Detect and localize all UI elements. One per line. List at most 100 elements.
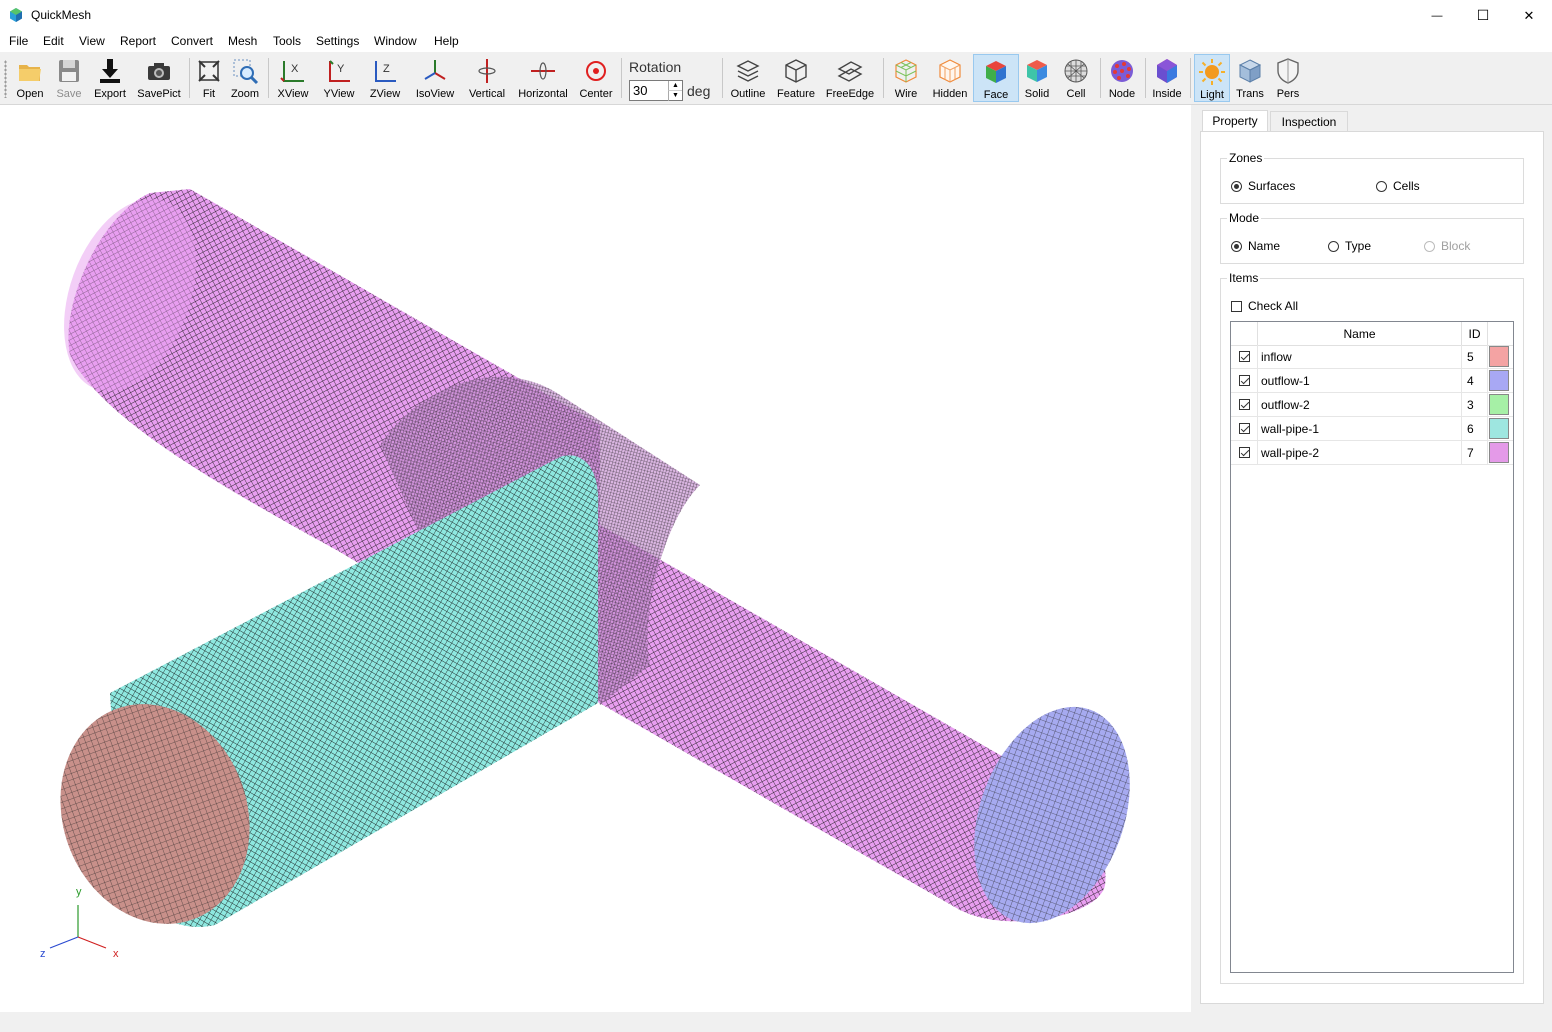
xview-button[interactable]: X XView <box>274 54 312 102</box>
menu-report[interactable]: Report <box>120 34 156 48</box>
table-row[interactable]: wall-pipe-1 6 <box>1231 417 1513 441</box>
hidden-button[interactable]: Hidden <box>929 54 971 102</box>
xview-label: XView <box>277 88 309 100</box>
close-button[interactable]: ✕ <box>1506 0 1552 31</box>
freeedge-button[interactable]: FreeEdge <box>823 54 877 102</box>
row-checkbox[interactable] <box>1238 399 1250 410</box>
row-color-swatch[interactable] <box>1489 369 1511 392</box>
row-checkbox[interactable] <box>1238 351 1250 362</box>
outline-button[interactable]: Outline <box>727 54 769 102</box>
fit-arrows-icon <box>198 60 220 82</box>
node-button[interactable]: Node <box>1105 54 1139 102</box>
header-name[interactable]: Name <box>1258 322 1462 345</box>
row-color-swatch[interactable] <box>1489 417 1511 440</box>
surfaces-radio[interactable]: Surfaces <box>1231 179 1295 193</box>
wire-button[interactable]: Wire <box>889 54 923 102</box>
vertical-button[interactable]: Vertical <box>465 54 509 102</box>
minimize-button[interactable]: — <box>1414 0 1460 31</box>
row-id: 6 <box>1462 417 1488 440</box>
cell-label: Cell <box>1066 88 1086 100</box>
table-row[interactable]: outflow-2 3 <box>1231 393 1513 417</box>
cells-label: Cells <box>1393 179 1420 193</box>
pers-button[interactable]: Pers <box>1272 54 1304 102</box>
cell-button[interactable]: Cell <box>1060 54 1092 102</box>
pers-label: Pers <box>1276 88 1300 100</box>
row-color-swatch[interactable] <box>1489 345 1511 368</box>
horizontal-button[interactable]: Horizontal <box>515 54 571 102</box>
export-button[interactable]: Export <box>90 54 130 102</box>
type-radio[interactable]: Type <box>1328 239 1371 253</box>
row-checkbox[interactable] <box>1238 423 1250 434</box>
table-row[interactable]: outflow-1 4 <box>1231 369 1513 393</box>
savepict-button[interactable]: SavePict <box>136 54 182 102</box>
block-radio[interactable]: Block <box>1424 239 1470 253</box>
table-row[interactable]: inflow 5 <box>1231 345 1513 369</box>
table-row[interactable]: wall-pipe-2 7 <box>1231 441 1513 465</box>
inside-button[interactable]: Inside <box>1150 54 1184 102</box>
check-all-box <box>1231 300 1242 312</box>
vertical-label: Vertical <box>468 88 506 100</box>
feature-cube-icon <box>785 59 807 83</box>
toolbar: Open Save Export SavePict Fit Zoom X XVi… <box>0 52 1552 105</box>
feature-button[interactable]: Feature <box>774 54 818 102</box>
header-id[interactable]: ID <box>1462 322 1488 345</box>
check-all-checkbox[interactable]: Check All <box>1231 299 1298 313</box>
spin-down-button[interactable]: ▼ <box>668 90 682 101</box>
menu-help[interactable]: Help <box>434 34 459 48</box>
row-color-swatch[interactable] <box>1489 393 1511 416</box>
svg-text:Y: Y <box>337 63 345 75</box>
maximize-icon: ☐ <box>1476 7 1490 23</box>
fit-button[interactable]: Fit <box>194 54 224 102</box>
face-cube-icon <box>986 61 1006 83</box>
menu-window[interactable]: Window <box>374 34 417 48</box>
cells-radio[interactable]: Cells <box>1376 179 1420 193</box>
color-swatch <box>1489 346 1509 367</box>
light-button[interactable]: Light <box>1194 54 1230 102</box>
toolbar-grip[interactable] <box>4 60 7 98</box>
open-button[interactable]: Open <box>12 54 48 102</box>
zoom-button[interactable]: Zoom <box>229 54 261 102</box>
face-button[interactable]: Face <box>973 54 1019 102</box>
block-mode-label: Block <box>1441 239 1471 253</box>
row-id: 4 <box>1462 369 1488 392</box>
fit-label: Fit <box>202 88 216 100</box>
row-color-swatch[interactable] <box>1489 441 1511 464</box>
save-button[interactable]: Save <box>51 54 87 102</box>
name-radio[interactable]: Name <box>1231 239 1280 253</box>
axis-x-label: x <box>113 948 119 960</box>
radio-dot <box>1231 240 1242 252</box>
rotation-spinbox[interactable]: 30 ▲ ▼ <box>629 80 683 101</box>
spin-up-button[interactable]: ▲ <box>668 81 682 90</box>
rotation-value: 30 <box>633 83 648 98</box>
isometric-view-icon <box>424 60 446 80</box>
row-checkbox[interactable] <box>1238 375 1250 386</box>
window-title: QuickMesh <box>31 8 92 22</box>
horizontal-rotate-icon <box>531 62 555 80</box>
menu-view[interactable]: View <box>79 34 105 48</box>
menu-file[interactable]: File <box>9 34 28 48</box>
menu-edit[interactable]: Edit <box>43 34 64 48</box>
menu-settings[interactable]: Settings <box>316 34 359 48</box>
z-axis-view-icon: Z <box>375 61 396 82</box>
yview-button[interactable]: Y YView <box>320 54 358 102</box>
menu-tools[interactable]: Tools <box>273 34 301 48</box>
isoview-button[interactable]: IsoView <box>412 54 458 102</box>
cell-sphere-icon <box>1064 59 1088 83</box>
zview-button[interactable]: Z ZView <box>366 54 404 102</box>
outline-label: Outline <box>730 88 766 100</box>
trans-button[interactable]: Trans <box>1233 54 1267 102</box>
3d-viewport[interactable]: y x z <box>0 105 1191 1012</box>
row-checkbox[interactable] <box>1238 447 1250 458</box>
maximize-button[interactable]: ☐ <box>1460 0 1506 31</box>
vertical-rotate-icon <box>478 59 496 83</box>
center-button[interactable]: Center <box>576 54 616 102</box>
tab-property[interactable]: Property <box>1202 110 1268 131</box>
menu-mesh[interactable]: Mesh <box>228 34 257 48</box>
rotation-label: Rotation <box>629 59 682 75</box>
mesh-render: y x z <box>40 189 1130 960</box>
title-bar: QuickMesh — ☐ ✕ <box>0 0 1552 31</box>
tab-inspection[interactable]: Inspection <box>1270 111 1348 132</box>
close-icon: ✕ <box>1523 7 1535 23</box>
solid-button[interactable]: Solid <box>1021 54 1053 102</box>
menu-convert[interactable]: Convert <box>171 34 213 48</box>
